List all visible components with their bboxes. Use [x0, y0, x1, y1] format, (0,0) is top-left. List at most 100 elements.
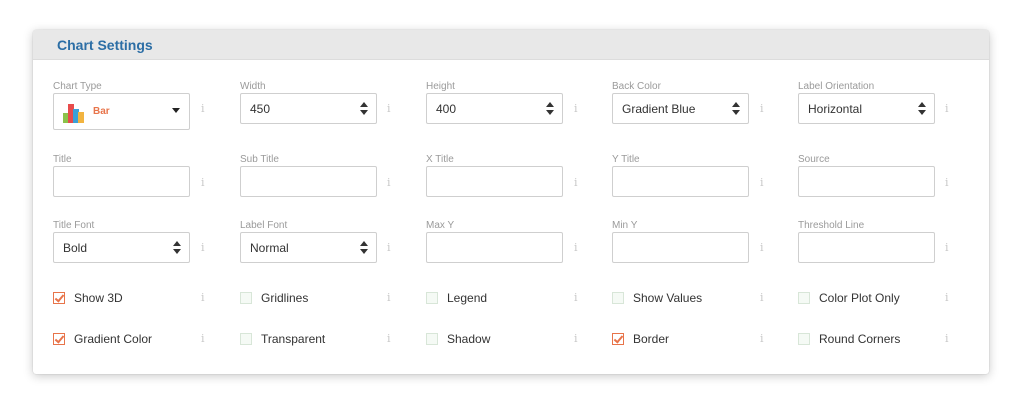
min-y-input[interactable]	[612, 232, 749, 263]
y-title-label: Y Title	[612, 154, 640, 165]
width-value: 450	[250, 102, 271, 116]
info-icon[interactable]: i	[387, 103, 391, 114]
info-icon[interactable]: i	[201, 333, 205, 344]
show-3d-checkbox[interactable]	[53, 292, 65, 304]
chart-type-dropdown[interactable]: Bar	[53, 93, 190, 130]
height-value: 400	[436, 102, 457, 116]
info-icon[interactable]: i	[945, 242, 949, 253]
gradient-color-option[interactable]: Gradient Color	[53, 332, 152, 346]
label-font-select[interactable]: Normal	[240, 232, 377, 263]
info-icon[interactable]: i	[574, 242, 578, 253]
border-label: Border	[633, 332, 670, 346]
min-y-label: Min Y	[612, 220, 638, 231]
info-icon[interactable]: i	[201, 242, 205, 253]
info-icon[interactable]: i	[387, 333, 391, 344]
title-font-value: Bold	[63, 241, 88, 255]
color-plot-only-label: Color Plot Only	[819, 291, 900, 305]
info-icon[interactable]: i	[760, 333, 764, 344]
height-label: Height	[426, 81, 455, 92]
border-option[interactable]: Border	[612, 332, 669, 346]
bar-chart-icon	[63, 104, 84, 123]
title-label: Title	[53, 154, 72, 165]
border-checkbox[interactable]	[612, 333, 624, 345]
x-title-label: X Title	[426, 154, 454, 165]
round-corners-checkbox[interactable]	[798, 333, 810, 345]
gridlines-label: Gridlines	[261, 291, 309, 305]
threshold-line-input[interactable]	[798, 232, 935, 263]
panel-title: Chart Settings	[57, 36, 153, 53]
back-color-select[interactable]: Gradient Blue	[612, 93, 749, 124]
updown-arrows-icon	[173, 241, 181, 255]
updown-arrows-icon	[732, 102, 740, 116]
source-label: Source	[798, 154, 830, 165]
updown-arrows-icon	[918, 102, 926, 116]
updown-arrows-icon	[360, 241, 368, 255]
max-y-input[interactable]	[426, 232, 563, 263]
info-icon[interactable]: i	[387, 242, 391, 253]
show-values-option[interactable]: Show Values	[612, 291, 702, 305]
info-icon[interactable]: i	[201, 177, 205, 188]
gridlines-checkbox[interactable]	[240, 292, 252, 304]
show-3d-option[interactable]: Show 3D	[53, 291, 123, 305]
info-icon[interactable]: i	[574, 333, 578, 344]
info-icon[interactable]: i	[760, 292, 764, 303]
label-orientation-label: Label Orientation	[798, 81, 875, 92]
width-select[interactable]: 450	[240, 93, 377, 124]
info-icon[interactable]: i	[574, 292, 578, 303]
threshold-line-label: Threshold Line	[798, 220, 865, 231]
label-orientation-select[interactable]: Horizontal	[798, 93, 935, 124]
updown-arrows-icon	[360, 102, 368, 116]
sub-title-label: Sub Title	[240, 154, 279, 165]
max-y-label: Max Y	[426, 220, 455, 231]
info-icon[interactable]: i	[760, 177, 764, 188]
color-plot-only-option[interactable]: Color Plot Only	[798, 291, 900, 305]
title-font-label: Title Font	[53, 220, 95, 231]
color-plot-only-checkbox[interactable]	[798, 292, 810, 304]
height-select[interactable]: 400	[426, 93, 563, 124]
label-font-value: Normal	[250, 241, 289, 255]
info-icon[interactable]: i	[945, 103, 949, 114]
chart-type-label: Chart Type	[53, 81, 102, 92]
source-input[interactable]	[798, 166, 935, 197]
transparent-label: Transparent	[261, 332, 326, 346]
show-values-label: Show Values	[633, 291, 703, 305]
shadow-label: Shadow	[447, 332, 491, 346]
shadow-checkbox[interactable]	[426, 333, 438, 345]
info-icon[interactable]: i	[945, 333, 949, 344]
transparent-option[interactable]: Transparent	[240, 332, 325, 346]
show-values-checkbox[interactable]	[612, 292, 624, 304]
gradient-color-label: Gradient Color	[74, 332, 153, 346]
info-icon[interactable]: i	[574, 103, 578, 114]
legend-option[interactable]: Legend	[426, 291, 487, 305]
title-font-select[interactable]: Bold	[53, 232, 190, 263]
info-icon[interactable]: i	[760, 103, 764, 114]
back-color-label: Back Color	[612, 81, 661, 92]
chart-settings-panel: Chart Settings Chart Type Bar i Width 45…	[33, 30, 989, 374]
legend-checkbox[interactable]	[426, 292, 438, 304]
info-icon[interactable]: i	[760, 242, 764, 253]
sub-title-input[interactable]	[240, 166, 377, 197]
updown-arrows-icon	[546, 102, 554, 116]
gradient-color-checkbox[interactable]	[53, 333, 65, 345]
width-label: Width	[240, 81, 266, 92]
panel-header: Chart Settings	[33, 30, 989, 60]
transparent-checkbox[interactable]	[240, 333, 252, 345]
round-corners-option[interactable]: Round Corners	[798, 332, 900, 346]
round-corners-label: Round Corners	[819, 332, 901, 346]
info-icon[interactable]: i	[945, 292, 949, 303]
title-input[interactable]	[53, 166, 190, 197]
shadow-option[interactable]: Shadow	[426, 332, 490, 346]
info-icon[interactable]: i	[201, 103, 205, 114]
chart-type-value: Bar	[93, 106, 110, 117]
info-icon[interactable]: i	[387, 292, 391, 303]
y-title-input[interactable]	[612, 166, 749, 197]
back-color-value: Gradient Blue	[622, 102, 696, 116]
gridlines-option[interactable]: Gridlines	[240, 291, 308, 305]
x-title-input[interactable]	[426, 166, 563, 197]
show-3d-label: Show 3D	[74, 291, 123, 305]
info-icon[interactable]: i	[945, 177, 949, 188]
info-icon[interactable]: i	[201, 292, 205, 303]
label-orientation-value: Horizontal	[808, 102, 863, 116]
info-icon[interactable]: i	[387, 177, 391, 188]
info-icon[interactable]: i	[574, 177, 578, 188]
